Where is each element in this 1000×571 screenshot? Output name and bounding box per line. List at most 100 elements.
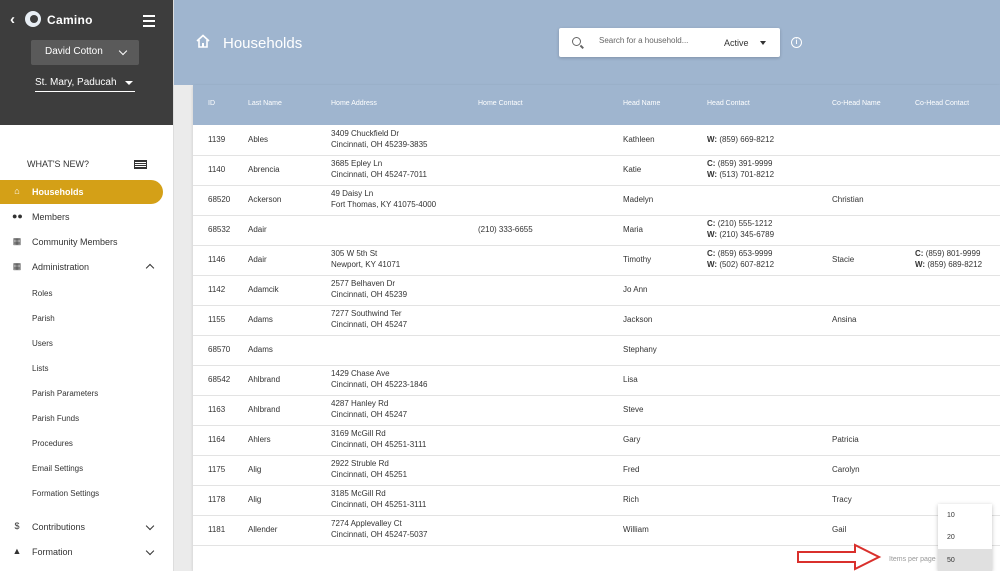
phone-number: (859) 689-8212 [927,260,983,269]
table-row[interactable]: 1163 Ahlbrand 4287 Hanley Rd Cincinnati, OH… [193,395,1000,426]
camino-logo-icon [25,11,41,27]
cell-id: 1178 [208,495,226,504]
cell-last: Alig [248,495,262,504]
cell-head: Gary [623,435,641,444]
table-row[interactable]: 1175 Alig 2922 Struble Rd Cincinnati, OH 45… [193,455,1000,486]
sidebar-subitem-users[interactable]: Users [32,339,53,348]
cell-last: Alig [248,465,262,474]
table-header: ID Last Name Home Address Home Contact H… [193,85,1000,125]
sidebar-item-formation[interactable]: ▲ Formation [0,540,163,564]
column-header-last-name[interactable]: Last Name [248,100,282,107]
phone-number: (502) 607-8212 [719,260,775,269]
info-icon[interactable]: i [791,37,802,48]
user-menu-button[interactable]: David Cotton [31,40,139,65]
phone-number: (859) 653-9999 [717,249,773,258]
column-header-co-head-contact[interactable]: Co-Head Contact [915,100,969,107]
cell-head: Steve [623,405,644,414]
phone-type: C: [707,219,716,228]
households-table: ID Last Name Home Address Home Contact H… [193,85,1000,571]
cell-head: Jo Ann [623,285,648,294]
phone-line: W: (502) 607-8212 [707,259,774,270]
table-row[interactable]: 68532 Adair (210) 333-6655 Maria C: (210) 55… [193,215,1000,246]
column-header-co-head-name[interactable]: Co-Head Name [832,100,881,107]
sidebar-item-households[interactable]: ⌂ Households [0,180,163,204]
items-per-page-option[interactable]: 10 [938,504,992,526]
cell-head: Maria [623,225,644,234]
search-input[interactable] [599,36,701,45]
table-row[interactable]: 68570 Adams Stephany [193,335,1000,366]
address-line-2: Newport, KY 41071 [331,260,401,269]
search-icon [572,37,581,46]
address-line-1: 3685 Epley Ln [331,159,383,168]
phone-number: (210) 555-1212 [717,219,773,228]
phone-line: W: (859) 689-8212 [915,259,982,270]
cell-head: Katie [623,165,642,174]
table-row[interactable]: 1164 Ahlers 3169 McGill Rd Cincinnati, OH 4… [193,425,1000,456]
cell-head: Timothy [623,255,652,264]
address-line-2: Cincinnati, OH 45239 [331,290,408,299]
address-line-2: Cincinnati, OH 45247-7011 [331,170,427,179]
whats-new-link[interactable]: WHAT'S NEW? [27,159,89,169]
news-icon[interactable] [134,160,147,169]
items-per-page-option-selected[interactable]: 50 [938,549,992,571]
people-icon: ●● [12,211,23,221]
dollar-icon: $ [14,521,20,531]
option-label: 10 [947,512,955,519]
cell-home: (210) 333-6655 [478,225,533,234]
cell-head-contact: C: (859) 653-9999 W: (502) 607-8212 [707,248,774,270]
table-row[interactable]: 1155 Adams 7277 Southwind Ter Cincinnati, O… [193,305,1000,336]
sidebar-subitem-parish-parameters[interactable]: Parish Parameters [32,389,98,398]
table-row[interactable]: 68520 Ackerson 49 Daisy Ln Fort Thomas, KY … [193,185,1000,216]
sidebar-item-contributions[interactable]: $ Contributions [0,515,163,539]
items-per-page-option[interactable]: 20 [938,526,992,548]
sidebar-subitem-formation-settings[interactable]: Formation Settings [32,489,99,498]
home-icon: ⌂ [14,186,20,196]
column-header-home-contact[interactable]: Home Contact [478,100,523,107]
table-row[interactable]: 68542 Ahlbrand 1429 Chase Ave Cincinnati, O… [193,365,1000,396]
cell-head: Madelyn [623,195,654,204]
cell-last: Abrencia [248,165,280,174]
column-header-head-contact[interactable]: Head Contact [707,100,750,107]
address-line-1: 7277 Southwind Ter [331,309,402,318]
address-line-1: 305 W 5th St [331,249,378,258]
page-title: Households [223,35,303,52]
sidebar-item-label: Administration [32,262,90,272]
sidebar-item-community-members[interactable]: ▦ Community Members [0,230,163,254]
cell-id: 68542 [208,375,231,384]
column-header-id[interactable]: ID [208,100,215,107]
back-chevron-icon[interactable]: ‹ [10,11,15,28]
user-name: David Cotton [45,46,103,57]
column-header-home-address[interactable]: Home Address [331,100,377,107]
cell-id: 68570 [208,345,231,354]
table-row[interactable]: 1142 Adamcik 2577 Belhaven Dr Cincinnati, O… [193,275,1000,306]
table-row[interactable]: 1140 Abrencia 3685 Epley Ln Cincinnati, OH … [193,155,1000,186]
sidebar-subitem-email-settings[interactable]: Email Settings [32,464,83,473]
sidebar-subitem-lists[interactable]: Lists [32,364,48,373]
cell-last: Ackerson [248,195,282,204]
parish-select[interactable]: St. Mary, Paducah [35,77,135,92]
hamburger-menu-icon[interactable] [143,15,155,30]
sidebar-item-members[interactable]: ●● Members [0,205,163,229]
phone-line: W: (210) 345-6789 [707,229,774,240]
parish-name: St. Mary, Paducah [35,77,117,88]
caret-down-icon[interactable] [760,41,766,45]
status-filter-select[interactable]: Active [724,38,749,48]
sidebar-subitem-procedures[interactable]: Procedures [32,439,73,448]
cell-home-address: 3685 Epley Ln Cincinnati, OH 45247-7011 [331,158,427,180]
phone-line: C: (210) 555-1212 [707,218,774,229]
table-row[interactable]: 1181 Allender 7274 Applevalley Ct Cincinnat… [193,515,1000,546]
cell-home-address: 7277 Southwind Ter Cincinnati, OH 45247 [331,308,407,330]
table-row[interactable]: 1146 Adair 305 W 5th St Newport, KY 41071 Ti… [193,245,1000,276]
column-header-head-name[interactable]: Head Name [623,100,660,107]
cell-id: 1142 [208,285,226,294]
sidebar-subitem-parish[interactable]: Parish [32,314,55,323]
cell-home-address: 3169 McGill Rd Cincinnati, OH 45251-3111 [331,428,426,450]
cell-home-address: 3409 Chuckfield Dr Cincinnati, OH 45239-3… [331,128,428,150]
cell-id: 1181 [208,525,226,534]
cell-head-contact: C: (859) 391-9999 W: (513) 701-8212 [707,158,774,180]
table-row[interactable]: 1178 Alig 3185 McGill Rd Cincinnati, OH 452… [193,485,1000,516]
sidebar-item-administration[interactable]: ▦ Administration [0,255,163,279]
sidebar-subitem-roles[interactable]: Roles [32,289,52,298]
table-row[interactable]: 1139 Ables 3409 Chuckfield Dr Cincinnati, O… [193,125,1000,156]
sidebar-subitem-parish-funds[interactable]: Parish Funds [32,414,79,423]
